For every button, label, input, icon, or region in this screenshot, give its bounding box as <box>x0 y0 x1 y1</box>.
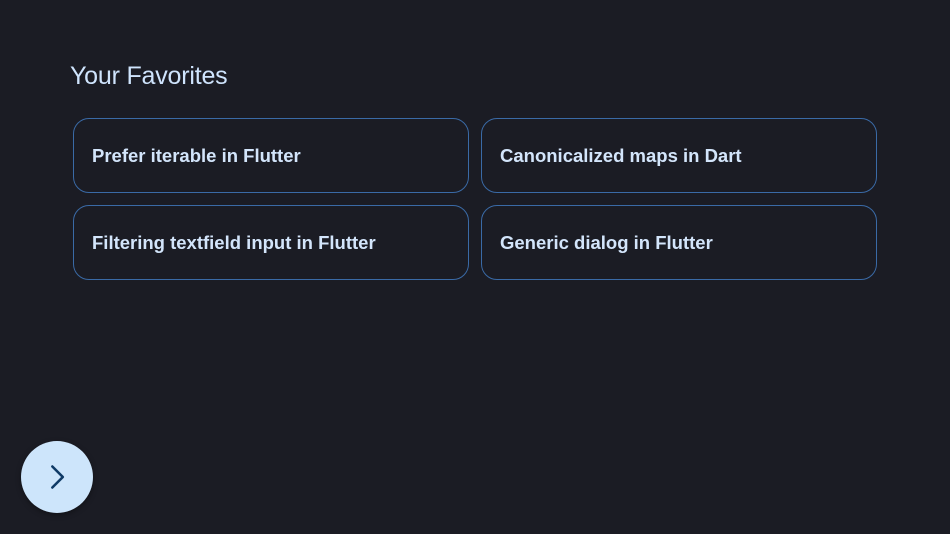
chevron-right-icon <box>51 465 65 489</box>
favorite-card-label: Prefer iterable in Flutter <box>92 144 301 166</box>
next-fab-button[interactable] <box>21 441 93 513</box>
favorite-card-label: Filtering textfield input in Flutter <box>92 231 376 253</box>
favorite-card-label: Canonicalized maps in Dart <box>500 144 742 166</box>
favorites-grid: Prefer iterable in Flutter Canonicalized… <box>73 118 877 280</box>
favorite-card-generic-dialog[interactable]: Generic dialog in Flutter <box>481 205 877 280</box>
favorite-card-prefer-iterable[interactable]: Prefer iterable in Flutter <box>73 118 469 193</box>
favorite-card-filtering-textfield[interactable]: Filtering textfield input in Flutter <box>73 205 469 280</box>
favorite-card-canonicalized-maps[interactable]: Canonicalized maps in Dart <box>481 118 877 193</box>
favorite-card-label: Generic dialog in Flutter <box>500 231 713 253</box>
page-title: Your Favorites <box>70 62 228 90</box>
